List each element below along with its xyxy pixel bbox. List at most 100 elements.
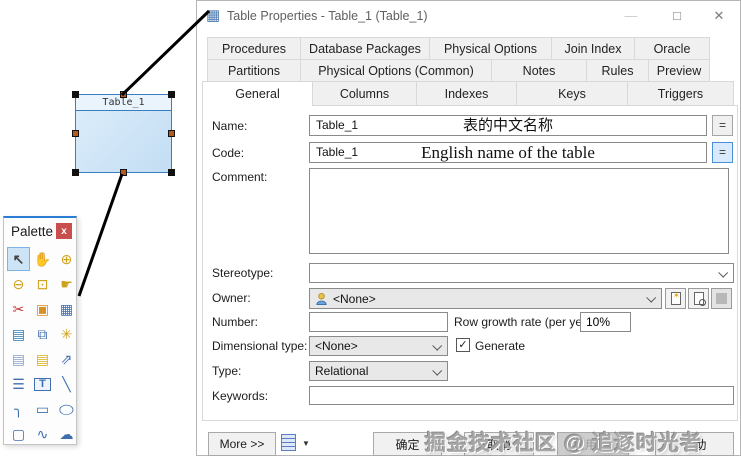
disabled-icon	[716, 293, 727, 304]
tab-row-3: General Columns Indexes Keys Triggers	[202, 81, 734, 106]
zoom-in-tool[interactable]: ⊕	[55, 247, 78, 271]
tab-partitions[interactable]: Partitions	[207, 59, 301, 82]
title-block-icon: ☰	[12, 377, 25, 391]
name-field[interactable]: Table_1 表的中文名称	[309, 115, 707, 136]
link-tool[interactable]: ⇗	[55, 347, 78, 371]
package-tool[interactable]: ▣	[31, 297, 54, 321]
grab-tool[interactable]: ✋	[31, 247, 54, 271]
package-icon: ▣	[36, 302, 49, 316]
type-dropdown[interactable]: Relational	[309, 361, 448, 381]
owner-value: <None>	[333, 292, 376, 306]
resize-handle-bottom-left[interactable]	[72, 169, 79, 176]
close-button[interactable]: ✕	[702, 1, 736, 31]
row-growth-input[interactable]	[580, 312, 631, 332]
watermark-text: 掘金技术社区 @ 追逐时光者	[425, 427, 702, 456]
ellipse-icon: ◯	[59, 404, 75, 414]
tab-database-packages[interactable]: Database Packages	[300, 37, 430, 60]
open-diagram-tool[interactable]: ⊡	[31, 272, 54, 296]
tab-row-2: Partitions Physical Options (Common) Not…	[207, 59, 710, 82]
properties-tool[interactable]: ☛	[55, 272, 78, 296]
chevron-down-icon	[432, 366, 442, 376]
dialog-titlebar[interactable]: ▦ Table Properties - Table_1 (Table_1) —…	[197, 1, 740, 31]
create-owner-button[interactable]: ✶	[665, 288, 686, 309]
arc-tool[interactable]: ╮	[7, 397, 30, 421]
tab-rules[interactable]: Rules	[586, 59, 649, 82]
tab-oracle[interactable]: Oracle	[634, 37, 710, 60]
reference-tool[interactable]: ⧉	[31, 322, 54, 346]
number-input[interactable]	[309, 312, 448, 332]
tab-physical-options[interactable]: Physical Options	[429, 37, 552, 60]
maximize-button[interactable]: □	[660, 1, 694, 31]
resize-handle-bottom[interactable]	[120, 169, 127, 176]
resize-handle-bottom-right[interactable]	[168, 169, 175, 176]
rectangle-tool[interactable]: ▭	[31, 397, 54, 421]
tab-physical-options-common[interactable]: Physical Options (Common)	[300, 59, 492, 82]
tab-row-1: Procedures Database Packages Physical Op…	[207, 37, 710, 60]
generate-checkbox[interactable]: ✓	[456, 338, 470, 352]
ellipse-tool[interactable]: ◯	[55, 397, 78, 421]
text-icon: T	[34, 378, 51, 391]
pointer-tool[interactable]: ↖	[7, 247, 30, 271]
resize-handle-right[interactable]	[168, 130, 175, 137]
code-field[interactable]: Table_1 English name of the table	[309, 142, 707, 163]
tab-procedures[interactable]: Procedures	[207, 37, 301, 60]
delete-tool[interactable]: ✂	[7, 297, 30, 321]
comment-textarea[interactable]	[309, 168, 729, 254]
generate-label: Generate	[475, 339, 525, 353]
view-tool[interactable]: ▤	[7, 322, 30, 346]
tab-join-index[interactable]: Join Index	[551, 37, 635, 60]
resize-handle-top[interactable]	[120, 91, 127, 98]
polyline-tool[interactable]: ∿	[31, 422, 54, 446]
tab-keys[interactable]: Keys	[516, 81, 628, 106]
minimize-button[interactable]: —	[614, 1, 648, 31]
person-icon	[315, 292, 328, 306]
dimensional-type-dropdown[interactable]: <None>	[309, 336, 448, 356]
title-tool[interactable]: ☰	[7, 372, 30, 396]
rounded-rect-tool[interactable]: ▢	[7, 422, 30, 446]
polyline-icon: ∿	[37, 427, 49, 441]
text-tool[interactable]: T	[31, 372, 54, 396]
procedure-tool[interactable]: ✳	[55, 322, 78, 346]
name-value: Table_1	[316, 116, 358, 135]
resize-handle-top-left[interactable]	[72, 91, 79, 98]
tab-indexes[interactable]: Indexes	[416, 81, 517, 106]
note-tool[interactable]: ▤	[31, 347, 54, 371]
code-equals-button[interactable]: =	[712, 142, 733, 163]
resize-handle-left[interactable]	[72, 130, 79, 137]
table-symbol[interactable]: Table_1	[75, 94, 172, 173]
type-value: Relational	[315, 364, 368, 378]
palette-tools: ↖ ✋ ⊕ ⊖ ⊡ ☛ ✂ ▣ ▦ ▤ ⧉ ✳ ▤ ▤ ⇗ ☰ T ╲ ╮ ▭ …	[4, 244, 76, 446]
tab-triggers[interactable]: Triggers	[627, 81, 734, 106]
pages-icon[interactable]	[281, 434, 296, 451]
arc-icon: ╮	[14, 402, 22, 416]
chevron-down-icon	[646, 293, 656, 303]
stereotype-label: Stereotype:	[212, 266, 273, 280]
scissors-icon: ✂	[13, 302, 25, 316]
more-button[interactable]: More >>	[208, 432, 276, 456]
palette-close-button[interactable]: x	[56, 223, 72, 239]
hand-icon: ✋	[34, 252, 51, 266]
tab-preview[interactable]: Preview	[648, 59, 710, 82]
rectangle-icon: ▭	[36, 402, 49, 416]
view-icon: ▤	[12, 327, 25, 341]
dimensional-type-value: <None>	[315, 339, 358, 353]
table-tool[interactable]: ▦	[55, 297, 78, 321]
stereotype-combo[interactable]	[309, 263, 734, 283]
owner-properties-button[interactable]	[688, 288, 709, 309]
keywords-input[interactable]	[309, 386, 734, 405]
line-tool[interactable]: ╲	[55, 372, 78, 396]
dropdown-arrow-icon[interactable]: ▼	[302, 439, 310, 448]
name-equals-button[interactable]: =	[712, 115, 733, 136]
freeform-tool[interactable]: ☁	[55, 422, 78, 446]
tab-notes[interactable]: Notes	[491, 59, 587, 82]
tab-columns[interactable]: Columns	[312, 81, 417, 106]
resize-handle-top-right[interactable]	[168, 91, 175, 98]
table-grid-icon: ▦	[60, 302, 73, 316]
palette-window[interactable]: Palette x ↖ ✋ ⊕ ⊖ ⊡ ☛ ✂ ▣ ▦ ▤ ⧉ ✳ ▤ ▤ ⇗ …	[3, 216, 77, 445]
palette-title: Palette	[11, 224, 56, 239]
file-tool[interactable]: ▤	[7, 347, 30, 371]
tab-general[interactable]: General	[202, 81, 313, 106]
palette-titlebar[interactable]: Palette x	[4, 218, 76, 244]
owner-combo[interactable]: <None>	[309, 288, 662, 309]
zoom-out-tool[interactable]: ⊖	[7, 272, 30, 296]
